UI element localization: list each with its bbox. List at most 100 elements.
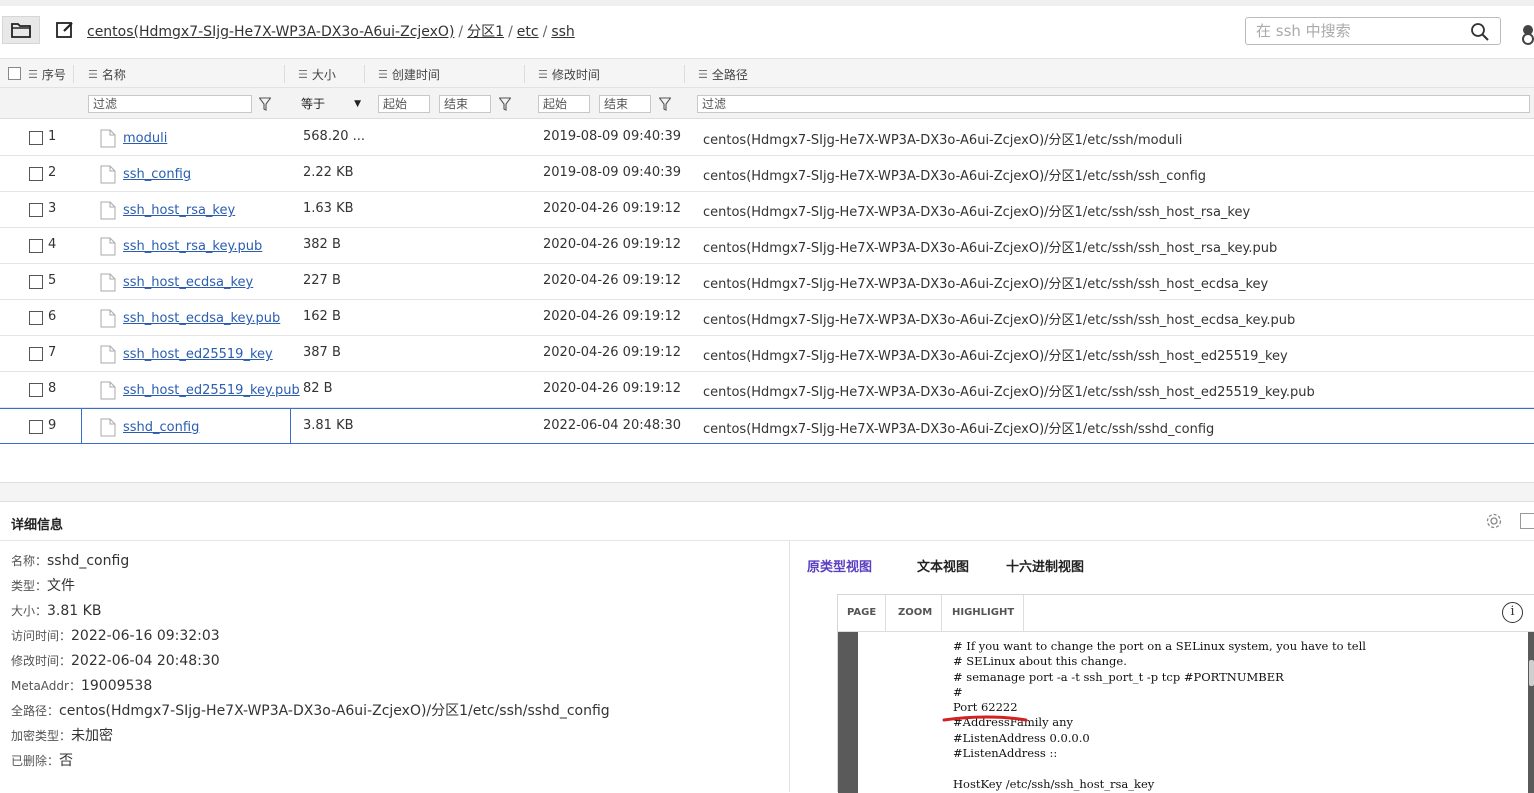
row-checkbox[interactable] bbox=[29, 239, 43, 253]
breadcrumb-etc[interactable]: etc bbox=[517, 24, 539, 40]
table-row[interactable]: 6 ssh_host_ecdsa_key.pub 162 B 2020-04-26 0… bbox=[0, 300, 1534, 336]
row-checkbox[interactable] bbox=[29, 420, 43, 434]
breadcrumb-partition[interactable]: 分区1 bbox=[467, 24, 504, 40]
viewer-scrollbar[interactable] bbox=[1528, 632, 1534, 793]
row-checkbox[interactable] bbox=[29, 383, 43, 397]
file-size: 3.81 KB bbox=[303, 418, 354, 433]
table-row[interactable]: 4 ssh_host_rsa_key.pub 382 B 2020-04-26 09:… bbox=[0, 228, 1534, 264]
file-name-link[interactable]: ssh_host_ecdsa_key bbox=[123, 275, 253, 290]
row-checkbox[interactable] bbox=[29, 347, 43, 361]
row-checkbox[interactable] bbox=[29, 311, 43, 325]
file-name-link[interactable]: ssh_config bbox=[123, 167, 191, 182]
breadcrumb: centos(Hdmgx7-SIjg-He7X-WP3A-DX3o-A6ui-Z… bbox=[87, 24, 575, 40]
property-value: centos(Hdmgx7-SIjg-He7X-WP3A-DX3o-A6ui-Z… bbox=[59, 703, 610, 719]
created-start-input[interactable]: 起始 bbox=[378, 95, 430, 113]
folder-icon[interactable] bbox=[2, 16, 40, 44]
size-operator-select[interactable]: 等于 ▼ bbox=[299, 95, 365, 113]
file-full-path: centos(Hdmgx7-SIjg-He7X-WP3A-DX3o-A6ui-Z… bbox=[703, 313, 1296, 328]
col-header-num[interactable]: ☰ 序号 bbox=[28, 66, 66, 83]
created-filter-funnel-icon[interactable] bbox=[499, 97, 511, 111]
property-row: 名称：sshd_config bbox=[11, 552, 610, 577]
account-icon[interactable] bbox=[1518, 24, 1534, 46]
viewer-left-gutter bbox=[838, 632, 858, 793]
file-modified-time: 2020-04-26 09:19:12 bbox=[543, 273, 682, 288]
table-row[interactable]: 3 ssh_host_rsa_key 1.63 KB 2020-04-26 09:19… bbox=[0, 192, 1534, 228]
tab-hex-view[interactable]: 十六进制视图 bbox=[1006, 556, 1084, 575]
path-filter-input[interactable]: 过滤 bbox=[697, 95, 1530, 113]
row-checkbox[interactable] bbox=[29, 167, 43, 181]
table-row[interactable]: 1 moduli 568.20 ... 2019-08-09 09:40:39 cent… bbox=[0, 120, 1534, 156]
search-icon[interactable] bbox=[1470, 22, 1490, 46]
panel-toggle-icon[interactable] bbox=[1520, 513, 1534, 529]
file-name-link[interactable]: ssh_host_rsa_key bbox=[123, 203, 235, 218]
row-checkbox[interactable] bbox=[29, 131, 43, 145]
property-row: 类型：文件 bbox=[11, 577, 610, 602]
property-row: 修改时间：2022-06-04 20:48:30 bbox=[11, 652, 610, 677]
file-icon bbox=[100, 165, 116, 184]
property-key: 类型： bbox=[11, 579, 48, 593]
file-size: 387 B bbox=[303, 345, 341, 360]
select-all-checkbox[interactable] bbox=[8, 67, 21, 80]
property-row: 访问时间：2022-06-16 09:32:03 bbox=[11, 627, 610, 652]
zoom-button[interactable]: ZOOM bbox=[889, 595, 943, 631]
col-header-path[interactable]: ☰ 全路径 bbox=[698, 66, 748, 83]
breadcrumb-ssh[interactable]: ssh bbox=[551, 24, 574, 40]
tab-native-view[interactable]: 原类型视图 bbox=[807, 556, 872, 575]
table-row[interactable]: 8 ssh_host_ed25519_key.pub 82 B 2020-04-26 … bbox=[0, 372, 1534, 408]
breadcrumb-root[interactable]: centos(Hdmgx7-SIjg-He7X-WP3A-DX3o-A6ui-Z… bbox=[87, 24, 454, 40]
file-full-path: centos(Hdmgx7-SIjg-He7X-WP3A-DX3o-A6ui-Z… bbox=[703, 169, 1207, 184]
modified-start-input[interactable]: 起始 bbox=[538, 95, 590, 113]
property-value: 否 bbox=[59, 753, 74, 769]
details-title: 详细信息 bbox=[11, 518, 64, 533]
col-header-size[interactable]: ☰ 大小 bbox=[298, 66, 336, 83]
row-number: 6 bbox=[48, 309, 57, 324]
tab-text-view[interactable]: 文本视图 bbox=[917, 556, 969, 575]
created-end-input[interactable]: 结束 bbox=[439, 95, 491, 113]
code-line: # SELinux about this change. bbox=[953, 654, 1127, 669]
table-row[interactable]: 7 ssh_host_ed25519_key 387 B 2020-04-26 09:… bbox=[0, 336, 1534, 372]
file-icon bbox=[100, 237, 116, 256]
info-icon[interactable]: i bbox=[1502, 602, 1523, 623]
col-header-modified[interactable]: ☰ 修改时间 bbox=[538, 66, 600, 83]
property-key: 修改时间： bbox=[11, 654, 72, 668]
property-value: 19009538 bbox=[80, 678, 153, 694]
viewer-content[interactable]: # If you want to change the port on a SE… bbox=[838, 632, 1534, 793]
viewer-scroll-thumb[interactable] bbox=[1529, 660, 1534, 686]
viewer-toolbar: PAGE ZOOM HIGHLIGHT i bbox=[838, 595, 1534, 632]
row-checkbox[interactable] bbox=[29, 275, 43, 289]
search-input[interactable] bbox=[1246, 18, 1456, 44]
file-icon bbox=[100, 418, 116, 437]
file-size: 568.20 ... bbox=[303, 129, 366, 144]
col-header-name[interactable]: ☰ 名称 bbox=[88, 66, 126, 83]
file-name-link[interactable]: ssh_host_ecdsa_key.pub bbox=[123, 311, 280, 326]
file-modified-time: 2020-04-26 09:19:12 bbox=[543, 309, 682, 324]
horizontal-scrollbar[interactable] bbox=[0, 482, 1534, 502]
file-name-link[interactable]: ssh_host_rsa_key.pub bbox=[123, 239, 262, 254]
file-full-path: centos(Hdmgx7-SIjg-He7X-WP3A-DX3o-A6ui-Z… bbox=[703, 349, 1288, 364]
file-name-link[interactable]: sshd_config bbox=[123, 420, 199, 435]
code-line: # semanage port -a -t ssh_port_t -p tcp … bbox=[953, 669, 1284, 684]
code-line: # bbox=[953, 684, 963, 699]
file-name-link[interactable]: moduli bbox=[123, 131, 167, 146]
modified-end-input[interactable]: 结束 bbox=[599, 95, 651, 113]
row-number: 2 bbox=[48, 165, 57, 180]
property-row: 加密类型：未加密 bbox=[11, 727, 610, 752]
page-button[interactable]: PAGE bbox=[838, 595, 887, 631]
name-filter-funnel-icon[interactable] bbox=[259, 97, 271, 111]
file-full-path: centos(Hdmgx7-SIjg-He7X-WP3A-DX3o-A6ui-Z… bbox=[703, 385, 1315, 400]
name-filter-input[interactable]: 过滤 bbox=[88, 95, 252, 113]
gear-icon[interactable] bbox=[1485, 512, 1503, 534]
table-row[interactable]: 9 sshd_config 3.81 KB 2022-06-04 20:48:30 ce… bbox=[0, 408, 1534, 444]
top-toolbar: centos(Hdmgx7-SIjg-He7X-WP3A-DX3o-A6ui-Z… bbox=[0, 0, 1534, 58]
file-name-link[interactable]: ssh_host_ed25519_key.pub bbox=[123, 383, 300, 398]
file-modified-time: 2020-04-26 09:19:12 bbox=[543, 381, 682, 396]
file-name-link[interactable]: ssh_host_ed25519_key bbox=[123, 347, 273, 362]
modified-filter-funnel-icon[interactable] bbox=[659, 97, 671, 111]
table-row[interactable]: 5 ssh_host_ecdsa_key 227 B 2020-04-26 09:19… bbox=[0, 264, 1534, 300]
file-size: 2.22 KB bbox=[303, 165, 354, 180]
edit-icon[interactable] bbox=[55, 20, 75, 40]
row-checkbox[interactable] bbox=[29, 203, 43, 217]
col-header-created[interactable]: ☰ 创建时间 bbox=[378, 66, 440, 83]
highlight-button[interactable]: HIGHLIGHT bbox=[943, 595, 1025, 631]
table-row[interactable]: 2 ssh_config 2.22 KB 2019-08-09 09:40:39 cen… bbox=[0, 156, 1534, 192]
